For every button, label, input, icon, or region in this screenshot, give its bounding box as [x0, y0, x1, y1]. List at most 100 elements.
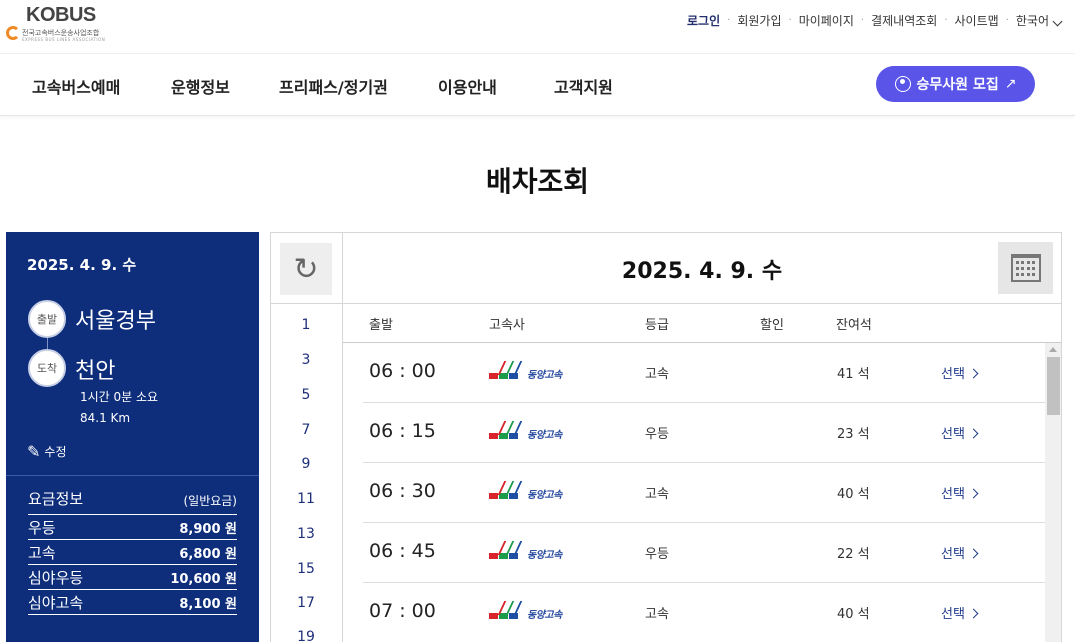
hour-link[interactable]: 17 [256, 595, 356, 611]
calendar-button[interactable] [998, 242, 1053, 294]
utility-menu: 로그인 · 회원가입 · 마이페이지 · 결제내역조회 · 사이트맵 · 한국어 [687, 12, 1063, 29]
depart-terminal: 서울경부 [75, 309, 156, 334]
fare-row: 심야고속 8,100 원 [28, 590, 237, 615]
language-select[interactable]: 한국어 [1015, 12, 1063, 29]
logo-wordmark: KOBUS [26, 4, 96, 26]
sitemap-link[interactable]: 사이트맵 [955, 12, 999, 29]
select-button[interactable]: 선택 [941, 543, 977, 562]
col-depart: 출발 [369, 318, 393, 333]
nav-operation-info[interactable]: 운행정보 [171, 74, 230, 98]
schedule-panel: ↻ 2025. 4. 9. 수 1 3 5 7 9 11 13 15 17 19… [270, 232, 1062, 642]
scroll-up-icon[interactable] [1049, 347, 1057, 352]
hour-link[interactable]: 9 [256, 456, 356, 472]
fare-amount: 8,900 원 [179, 521, 237, 537]
person-icon [894, 76, 911, 92]
hour-link[interactable]: 5 [256, 387, 356, 403]
language-label: 한국어 [1015, 14, 1049, 28]
hour-link[interactable]: 3 [256, 352, 356, 368]
fare-info: 요금정보 (일반요금) 우등 8,900 원 고속 6,800 원 심야우등 10,6… [28, 488, 237, 615]
dongyang-logo-icon: 동양고속 [489, 359, 579, 383]
select-button[interactable]: 선택 [941, 423, 977, 442]
table-row: 06 : 45 동양고속 우등 22 석 선택 [363, 523, 1047, 583]
dongyang-logo-icon: 동양고속 [489, 539, 579, 563]
company-name: 동양고속 [527, 490, 562, 501]
travel-duration: 1시간 0분 소요 [80, 390, 159, 404]
table-header: 출발 고속사 등급 할인 잔여석 [343, 303, 1061, 343]
select-button[interactable]: 선택 [941, 483, 977, 502]
nav-guide[interactable]: 이용안내 [438, 74, 497, 98]
recruit-label: 승무사원 모집 [916, 77, 999, 93]
col-seats: 잔여석 [836, 318, 872, 333]
fare-grade: 심야고속 [28, 593, 84, 612]
separator: · [944, 15, 948, 26]
page-title: 배차조회 [485, 165, 590, 198]
hour-link[interactable]: 1 [256, 317, 356, 333]
top-bar: KOBUS 전국고속버스운송사업조합 EXPRESS BUS LINES ASS… [0, 0, 1075, 54]
mypage-link[interactable]: 마이페이지 [799, 12, 854, 29]
bus-company: 동양고속 [489, 479, 579, 503]
arrive-badge: 도착 [28, 349, 66, 387]
separator: · [788, 15, 792, 26]
nav-support[interactable]: 고객지원 [554, 74, 613, 98]
login-link[interactable]: 로그인 [687, 12, 720, 29]
kobus-logo[interactable]: KOBUS 전국고속버스운송사업조합 EXPRESS BUS LINES ASS… [6, 4, 116, 48]
bus-company: 동양고속 [489, 539, 579, 563]
separator: · [1005, 15, 1009, 26]
logo-subtitle-en: EXPRESS BUS LINES ASSOCIATION [22, 37, 106, 42]
travel-distance: 84.1 Km [80, 411, 131, 425]
col-company: 고속사 [489, 318, 525, 333]
external-arrow-icon: ↗ [1004, 76, 1017, 92]
edit-route-button[interactable]: ✎ 수정 [27, 442, 67, 461]
bus-grade: 우등 [645, 547, 669, 562]
hour-index: 1 3 5 7 9 11 13 15 17 19 [271, 303, 342, 642]
hour-link[interactable]: 15 [256, 561, 356, 577]
bus-company: 동양고속 [489, 359, 579, 383]
panel-date-text: 2025. 4. 9. 수 [621, 259, 783, 284]
hour-link[interactable]: 7 [256, 422, 356, 438]
separator: · [727, 15, 731, 26]
remaining-seats: 23 석 [837, 427, 870, 442]
separator: · [860, 15, 865, 26]
bus-grade: 고속 [645, 487, 669, 502]
depart-time: 06 : 30 [369, 480, 436, 502]
depart-time: 07 : 00 [369, 600, 436, 622]
recruit-button[interactable]: 승무사원 모집 ↗ [876, 66, 1035, 102]
depart-badge: 출발 [28, 300, 66, 338]
depart-time: 06 : 00 [369, 360, 436, 382]
fare-row: 우등 8,900 원 [28, 515, 237, 540]
fare-header: 요금정보 (일반요금) [28, 488, 237, 515]
fare-amount: 8,100 원 [179, 596, 237, 612]
schedule-list: 06 : 00 동양고속 고속 41 석 선택 06 : 15 동양고속 우등 … [363, 343, 1047, 642]
nav-freepass[interactable]: 프리패스/정기권 [279, 74, 388, 98]
hour-link[interactable]: 13 [256, 526, 356, 542]
fare-amount: 10,600 원 [170, 571, 237, 587]
depart-time: 06 : 15 [369, 420, 436, 442]
remaining-seats: 40 석 [837, 487, 870, 502]
panel-date: 2025. 4. 9. 수 [271, 253, 1061, 285]
bus-grade: 우등 [645, 427, 669, 442]
depart-time: 06 : 45 [369, 540, 436, 562]
scroll-thumb[interactable] [1047, 357, 1060, 415]
select-button[interactable]: 선택 [941, 363, 977, 382]
divider [6, 475, 259, 476]
table-row: 06 : 15 동양고속 우등 23 석 선택 [363, 403, 1047, 463]
fare-title: 요금정보 [28, 490, 84, 508]
fare-subtitle: (일반요금) [183, 494, 237, 508]
bus-company: 동양고속 [489, 599, 579, 623]
chevron-down-icon [1052, 16, 1063, 27]
select-button[interactable]: 선택 [941, 603, 977, 622]
remaining-seats: 40 석 [837, 607, 870, 622]
payment-history-link[interactable]: 결제내역조회 [871, 12, 937, 29]
signup-link[interactable]: 회원가입 [737, 12, 781, 29]
nav-reservation[interactable]: 고속버스예매 [32, 74, 120, 98]
hour-link[interactable]: 19 [256, 629, 356, 642]
scrollbar[interactable] [1045, 343, 1061, 642]
col-discount: 할인 [760, 318, 784, 333]
hour-link[interactable]: 11 [256, 491, 356, 507]
fare-grade: 고속 [28, 543, 56, 562]
calendar-icon [1010, 254, 1041, 282]
fare-amount: 6,800 원 [179, 546, 237, 562]
col-grade: 등급 [645, 318, 669, 333]
fare-grade: 심야우등 [28, 568, 84, 587]
table-row: 07 : 00 동양고속 고속 40 석 선택 [363, 583, 1047, 642]
